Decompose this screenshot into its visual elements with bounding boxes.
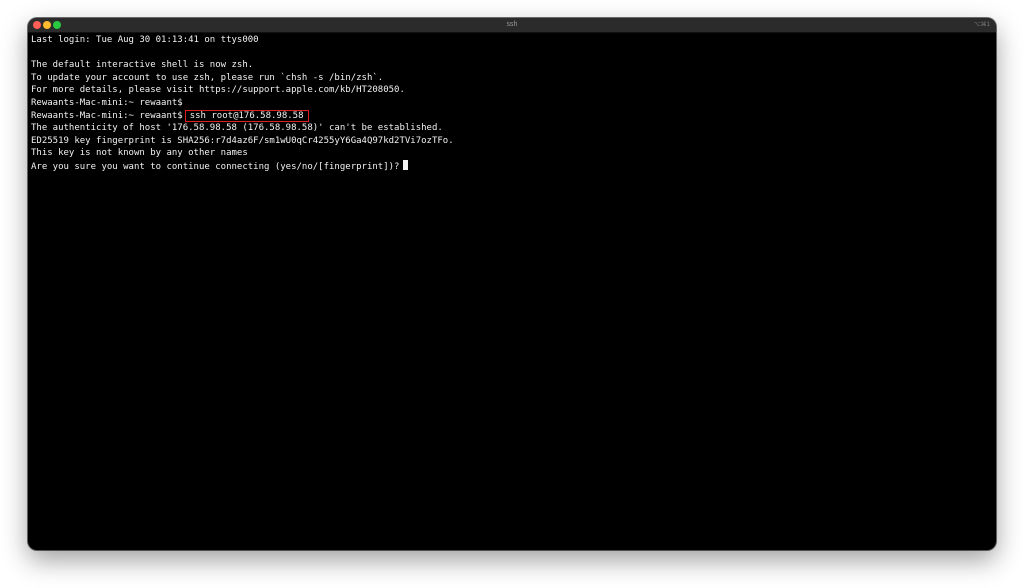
title-bar[interactable]: ssh ⌥⌘1	[28, 18, 996, 33]
prompt-line-empty: Rewaants-Mac-mini:~ rewaant$	[31, 97, 183, 108]
zsh-notice-line-1: The default interactive shell is now zsh…	[31, 60, 254, 71]
shell-prompt: Rewaants-Mac-mini:~ rewaant$	[31, 110, 183, 121]
terminal-output[interactable]: Last login: Tue Aug 30 01:13:41 on ttys0…	[31, 34, 992, 546]
terminal-window: ssh ⌥⌘1 Last login: Tue Aug 30 01:13:41 …	[28, 18, 996, 550]
confirm-line[interactable]: Are you sure you want to continue connec…	[31, 159, 992, 173]
zsh-notice-line-2: To update your account to use zsh, pleas…	[31, 72, 384, 83]
prompt-line-command: Rewaants-Mac-mini:~ rewaant$ ssh root@176…	[31, 109, 992, 123]
authenticity-line: The authenticity of host '176.58.98.58 (…	[31, 123, 443, 134]
zsh-notice-line-3: For more details, please visit https://s…	[31, 85, 405, 96]
last-login-line: Last login: Tue Aug 30 01:13:41 on ttys0…	[31, 35, 259, 45]
unknown-key-line: This key is not known by any other names	[31, 148, 248, 159]
ssh-command-highlight: ssh root@176.58.98.58	[184, 109, 309, 122]
window-shortcut-label: ⌥⌘1	[973, 22, 990, 28]
confirm-prompt: Are you sure you want to continue connec…	[31, 161, 400, 172]
text-cursor[interactable]	[403, 159, 409, 170]
fingerprint-line: ED25519 key fingerprint is SHA256:r7d4az…	[31, 135, 454, 146]
window-title: ssh	[506, 21, 518, 28]
